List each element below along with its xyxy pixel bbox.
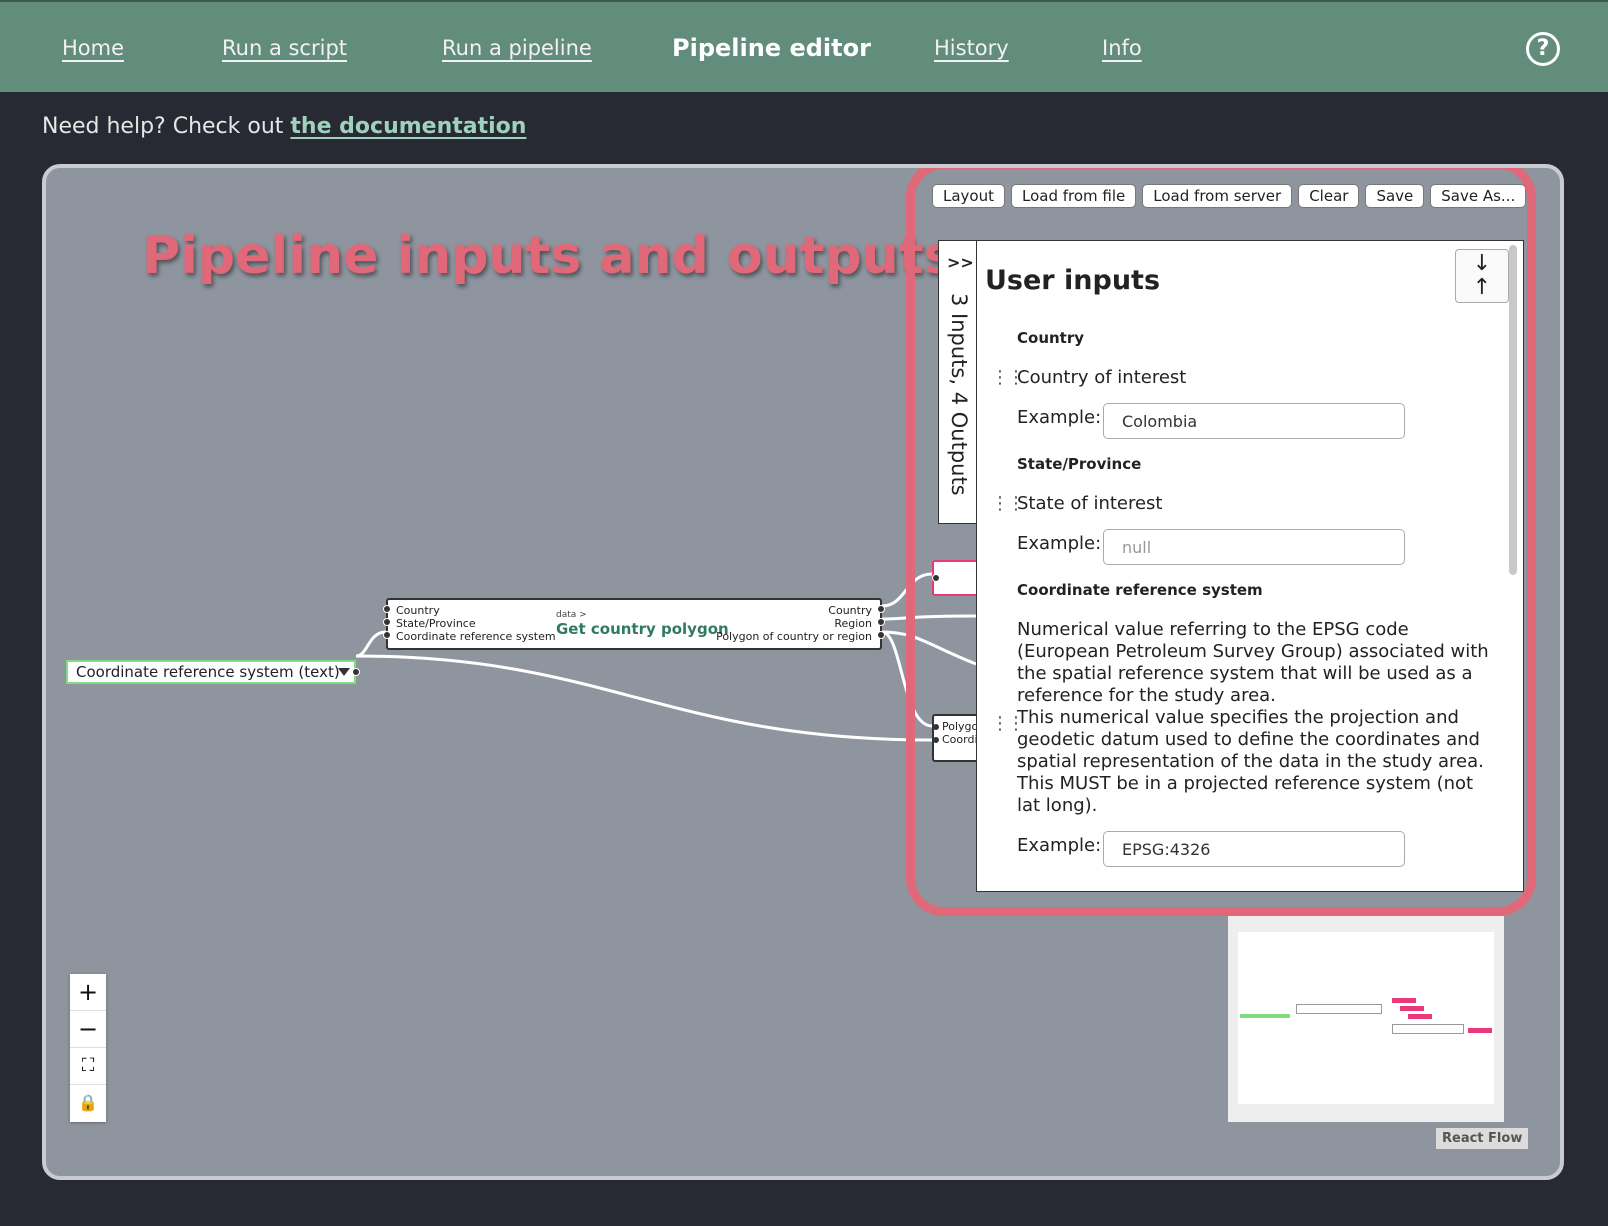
expand-chevron-icon[interactable]: >>: [947, 253, 974, 272]
country-example-input[interactable]: [1103, 403, 1405, 439]
zoom-out-icon[interactable]: −: [70, 1011, 106, 1048]
documentation-link[interactable]: the documentation: [290, 114, 526, 139]
input-description: State of interest: [1017, 493, 1163, 514]
state-example-input[interactable]: [1103, 529, 1405, 565]
crs-input-node[interactable]: Coordinate reference system (text): [66, 660, 360, 684]
source-handle-country[interactable]: [877, 605, 885, 613]
minimap[interactable]: [1228, 916, 1504, 1122]
source-handle-region[interactable]: [877, 618, 885, 626]
edge-polygon-out: [881, 630, 977, 666]
flow-controls: + − ⛶ 🔒: [70, 974, 106, 1122]
crs-input-node-label: Coordinate reference system (text): [76, 663, 340, 681]
save-as-button[interactable]: Save As...: [1430, 184, 1527, 208]
source-handle[interactable]: [352, 668, 360, 676]
minimap-viewport: [1238, 932, 1494, 1104]
edge-country-out: [881, 572, 933, 608]
minimap-node: [1296, 1004, 1382, 1014]
input-name-country: Country: [1017, 329, 1085, 347]
example-label: Example:: [1017, 407, 1102, 428]
scrollbar[interactable]: [1509, 245, 1517, 575]
crs-example-input[interactable]: [1103, 831, 1405, 867]
script-input-label: State/Province: [396, 617, 476, 630]
minimap-node: [1400, 1006, 1424, 1011]
script-output-label: Country: [828, 604, 872, 617]
target-handle[interactable]: [932, 574, 940, 582]
target-handle-country[interactable]: [383, 605, 391, 613]
help-circle-icon[interactable]: ?: [1526, 32, 1560, 66]
io-panel: User inputs ↓ ↑ Country ⋮⋮ Country of int…: [976, 240, 1524, 892]
edge-crs-to-script: [355, 630, 387, 658]
input-description: Numerical value referring to the EPSG co…: [1017, 619, 1489, 816]
lock-icon[interactable]: 🔒: [70, 1085, 106, 1122]
example-label: Example:: [1017, 533, 1102, 554]
input-description: Country of interest: [1017, 367, 1187, 388]
nav-pipeline-editor[interactable]: Pipeline editor: [672, 34, 871, 62]
example-label: Example:: [1017, 835, 1102, 856]
edge-crs-to-partial-node: [355, 654, 933, 742]
nav-run-script[interactable]: Run a script: [222, 36, 347, 60]
script-outputs: Country Region Polygon of country or reg…: [716, 604, 872, 643]
script-output-label: Polygon of country or region: [716, 630, 872, 643]
script-input-label: Country: [396, 604, 440, 617]
zoom-in-icon[interactable]: +: [70, 974, 106, 1011]
nav-info[interactable]: Info: [1102, 36, 1142, 60]
script-inputs: Country State/Province Coordinate refere…: [396, 604, 556, 643]
chevron-down-icon[interactable]: [338, 668, 350, 676]
target-handle-state[interactable]: [383, 618, 391, 626]
annotation-title: Pipeline inputs and outputs: [142, 226, 955, 286]
script-title: Get country polygon: [556, 620, 729, 638]
panel-title: User inputs: [985, 265, 1161, 296]
nav-history[interactable]: History: [934, 36, 1009, 60]
edge-region-out: [881, 614, 977, 621]
target-handle-crs[interactable]: [383, 631, 391, 639]
nav-home[interactable]: Home: [62, 36, 124, 60]
nav-run-pipeline[interactable]: Run a pipeline: [442, 36, 592, 60]
load-from-server-button[interactable]: Load from server: [1142, 184, 1293, 208]
script-output-label: Region: [834, 617, 872, 630]
minimap-node: [1408, 1014, 1432, 1019]
script-input-label: Coordinate reference system: [396, 630, 556, 643]
save-button[interactable]: Save: [1365, 184, 1425, 208]
input-name-state: State/Province: [1017, 455, 1142, 473]
react-flow-attribution[interactable]: React Flow: [1436, 1128, 1529, 1149]
minimap-node: [1392, 998, 1416, 1003]
input-name-crs: Coordinate reference system: [1017, 581, 1263, 599]
fit-view-icon[interactable]: ⛶: [70, 1048, 106, 1085]
help-line: Need help? Check out the documentation: [42, 114, 526, 139]
minimap-node: [1468, 1028, 1492, 1033]
minimap-node: [1240, 1014, 1290, 1018]
target-handle[interactable]: [934, 723, 940, 731]
script-node-get-country-polygon[interactable]: Country State/Province Coordinate refere…: [383, 598, 885, 650]
pipeline-canvas[interactable]: Pipeline inputs and outputs Coordinate r…: [42, 164, 1564, 1180]
collapse-expand-icon[interactable]: ↓ ↑: [1455, 249, 1509, 303]
top-navigation: Home Run a script Run a pipeline Pipelin…: [0, 0, 1608, 92]
script-category: data >: [556, 610, 587, 620]
load-from-file-button[interactable]: Load from file: [1011, 184, 1137, 208]
io-count-label: 3 Inputs, 4 Outputs: [947, 293, 971, 496]
edge-polygon-to-partial: [881, 630, 933, 728]
clear-button[interactable]: Clear: [1298, 184, 1360, 208]
editor-toolbar: Layout Load from file Load from server Clea…: [932, 184, 1532, 210]
target-handle[interactable]: [934, 736, 940, 744]
layout-button[interactable]: Layout: [932, 184, 1005, 208]
minimap-node: [1392, 1024, 1464, 1034]
app-window: Home Run a script Run a pipeline Pipelin…: [0, 0, 1608, 1226]
help-prefix-text: Need help? Check out: [42, 114, 291, 139]
io-panel-tab[interactable]: >> 3 Inputs, 4 Outputs: [938, 240, 978, 524]
source-handle-polygon[interactable]: [877, 631, 885, 639]
